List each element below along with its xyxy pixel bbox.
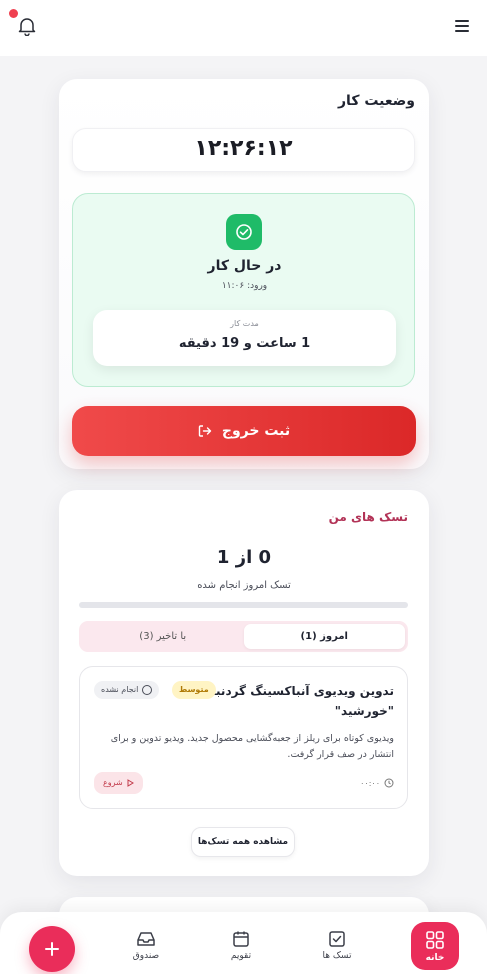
nav-calendar-label: تقویم	[230, 951, 252, 961]
view-all-tasks-button[interactable]: مشاهده همه تسک‌ها	[191, 827, 295, 857]
start-button[interactable]: شروع	[94, 772, 143, 794]
task-card[interactable]: تدوین ویدیوی آنباکسینگ گردنبند "خورشید" …	[79, 666, 408, 809]
nav-tasks[interactable]: تسک ها	[307, 930, 367, 970]
menu-icon[interactable]	[455, 20, 469, 32]
tab-today[interactable]: امروز (1)	[243, 624, 405, 649]
task-progress-count: 0 از 1	[216, 547, 272, 568]
task-progress-label: تسک امروز انجام شده	[197, 580, 291, 591]
nav-home-label: خانه	[425, 953, 445, 963]
nav-tasks-label: تسک ها	[322, 951, 352, 961]
checkout-button[interactable]: ثبت خروج	[72, 406, 416, 456]
bell-icon[interactable]	[18, 16, 36, 37]
grid-icon	[426, 931, 444, 949]
nav-home[interactable]: خانه	[411, 922, 459, 970]
checkbox-icon	[329, 931, 345, 947]
work-status-card: وضعیت کار ۱۲:۲۶:۱۲ در حال کار ورود: ۱۱:۰…	[59, 79, 429, 469]
status-badge: انجام نشده	[94, 681, 160, 699]
priority-badge: متوسط	[172, 681, 216, 699]
notification-dot	[9, 9, 18, 18]
task-time-value: ۰۰:۰۰	[360, 778, 380, 788]
work-state-label: در حال کار	[207, 258, 282, 274]
tab-overdue[interactable]: با تاخیر (3)	[82, 624, 244, 649]
clock-display: ۱۲:۲۶:۱۲	[72, 128, 415, 172]
add-button[interactable]	[29, 926, 75, 972]
entry-time: ورود: ۱۱:۰۶	[221, 281, 268, 291]
nav-calendar[interactable]: تقویم	[211, 930, 271, 970]
my-tasks-title: تسک های من	[328, 510, 408, 524]
nav-inbox[interactable]: صندوق	[116, 930, 176, 970]
checkout-label: ثبت خروج	[221, 423, 291, 439]
task-description: ویدیوی کوتاه برای ریلز از جعبه‌گشایی محص…	[110, 733, 394, 760]
check-circle-icon	[226, 214, 262, 250]
play-icon	[127, 779, 134, 787]
duration-label: مدت کار	[230, 319, 259, 328]
task-tabs: امروز (1) با تاخیر (3)	[79, 621, 408, 652]
working-state-panel: در حال کار ورود: ۱۱:۰۶ مدت کار 1 ساعت و …	[72, 193, 415, 387]
calendar-icon	[233, 931, 249, 947]
duration-box: مدت کار 1 ساعت و 19 دقیقه	[93, 310, 396, 366]
logout-icon	[198, 425, 212, 437]
circle-icon	[142, 685, 153, 695]
plus-icon	[45, 942, 59, 956]
top-bar	[0, 0, 487, 56]
status-badge-label: انجام نشده	[101, 685, 139, 694]
clock-icon	[384, 778, 394, 788]
task-progress-bar	[79, 602, 408, 608]
nav-inbox-label: صندوق	[132, 951, 160, 961]
task-time: ۰۰:۰۰	[360, 778, 394, 788]
duration-value: 1 ساعت و 19 دقیقه	[178, 336, 311, 351]
my-tasks-card: تسک های من 0 از 1 تسک امروز انجام شده ام…	[59, 490, 429, 876]
inbox-icon	[137, 932, 155, 946]
work-status-title: وضعیت کار	[338, 93, 415, 109]
start-label: شروع	[103, 778, 123, 787]
